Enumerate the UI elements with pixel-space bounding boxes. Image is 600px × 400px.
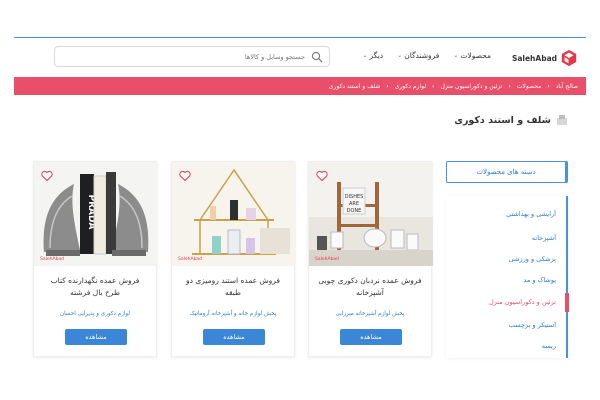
image-watermark: SalehAbad — [40, 257, 65, 262]
nav-sellers[interactable]: فروشندگان ⌄ — [397, 51, 439, 60]
chevron-left-icon: ‹ — [386, 82, 389, 90]
product-title[interactable]: فروش عمده نردبان دکوری چوبی آشپزخانه — [317, 275, 423, 299]
category-icon — [557, 115, 567, 125]
category-item-home-decor[interactable]: تزئین و دکوراسیون منزل — [489, 298, 556, 306]
product-seller[interactable]: پخش لوازم خانه و آشپزخانه آروماتیک — [176, 311, 290, 317]
breadcrumb-decor-items[interactable]: لوازم دکوری — [395, 83, 426, 90]
chevron-left-icon: ‹ — [508, 82, 511, 90]
category-item-fashion[interactable]: پوشاک و مد — [523, 276, 556, 284]
active-category-indicator — [565, 293, 569, 312]
svg-text:DONE: DONE — [347, 208, 362, 214]
view-product-button[interactable]: مشاهده — [340, 329, 402, 345]
nav-more-label: دیگر — [369, 51, 384, 60]
favorite-heart-icon[interactable] — [316, 170, 328, 182]
logo-cube-icon — [561, 49, 577, 67]
category-item-kitchen[interactable]: آشپزخانه — [532, 234, 556, 242]
favorite-heart-icon[interactable] — [179, 170, 191, 182]
search-input[interactable] — [61, 50, 305, 64]
search-box — [54, 46, 330, 67]
svg-text:DISHES: DISHES — [345, 194, 364, 200]
breadcrumb-home[interactable]: صالح آباد — [556, 83, 578, 90]
breadcrumb-home-decor[interactable]: تزئین و دکوراسیون منزل — [440, 83, 502, 90]
category-item-string-lights[interactable]: ریسه — [542, 342, 556, 350]
favorite-heart-icon[interactable] — [41, 170, 53, 182]
search-icon[interactable] — [311, 51, 323, 63]
product-image[interactable]: PRADA SalehAbad — [34, 162, 158, 266]
logo-text: SalehAbad — [511, 53, 557, 63]
site-logo[interactable]: SalehAbad — [508, 46, 578, 70]
nav-products[interactable]: محصولات ⌄ — [453, 51, 491, 60]
product-seller[interactable]: پخش لوازم آشپزخانه میرزایی — [313, 311, 427, 317]
nav-more[interactable]: دیگر ⌄ — [362, 51, 383, 60]
view-product-button[interactable]: مشاهده — [203, 329, 265, 345]
chevron-left-icon: ‹ — [547, 82, 550, 90]
view-product-button[interactable]: مشاهده — [65, 329, 127, 345]
product-title[interactable]: فروش عمده استند رومیزی دو طبقه — [180, 275, 286, 299]
product-title[interactable]: فروش عمده نگهدارنده کتاب طرح بال فرشته — [42, 275, 148, 299]
chevron-down-icon: ⌄ — [362, 52, 368, 59]
product-image[interactable]: SalehAbad — [172, 162, 296, 266]
product-seller[interactable]: لوازم دکوری و پذیرایی احسان — [38, 311, 152, 317]
category-panel-title: دسته های محصولات — [476, 168, 536, 176]
image-watermark: SalehAbad — [315, 257, 340, 262]
category-list: آرایشی و بهداشتی آشپزخانه پزشکی و ورزشی … — [446, 196, 568, 358]
image-watermark: SalehAbad — [178, 257, 203, 262]
product-image[interactable]: DISHES ARE DONE SalehAbad — [309, 162, 433, 266]
breadcrumb: صالح آباد ‹ محصولات ‹ تزئین و دکوراسیون … — [14, 77, 586, 95]
category-panel-header[interactable]: دسته های محصولات — [446, 161, 568, 183]
nav-products-label: محصولات — [460, 51, 491, 60]
category-item-cosmetics[interactable]: آرایشی و بهداشتی — [506, 210, 556, 218]
breadcrumb-current: شلف و استند دکوری — [328, 82, 381, 90]
chevron-left-icon: ‹ — [432, 82, 435, 90]
chevron-down-icon: ⌄ — [453, 52, 459, 59]
chevron-down-icon: ⌄ — [397, 52, 403, 59]
category-item-stickers[interactable]: استیکر و برچسب — [509, 321, 556, 329]
product-card[interactable]: PRADA SalehAbad فروش عمده نگهدارنده کتاب… — [33, 161, 158, 357]
product-card[interactable]: DISHES ARE DONE SalehAbad فروش عمده نردب… — [308, 161, 433, 357]
site-header: SalehAbad محصولات ⌄ فروشندگان ⌄ دیگر ⌄ — [14, 38, 586, 78]
page-title: شلف و استند دکوری — [454, 114, 551, 126]
svg-text:ARE: ARE — [349, 201, 359, 207]
product-card[interactable]: SalehAbad فروش عمده استند رومیزی دو طبقه… — [171, 161, 296, 357]
main-nav: محصولات ⌄ فروشندگان ⌄ دیگر ⌄ — [362, 51, 491, 60]
category-item-medical-sports[interactable]: پزشکی و ورزشی — [509, 255, 556, 263]
page-title-area: شلف و استند دکوری — [454, 114, 568, 126]
breadcrumb-products[interactable]: محصولات — [517, 83, 541, 90]
nav-sellers-label: فروشندگان — [404, 51, 440, 60]
